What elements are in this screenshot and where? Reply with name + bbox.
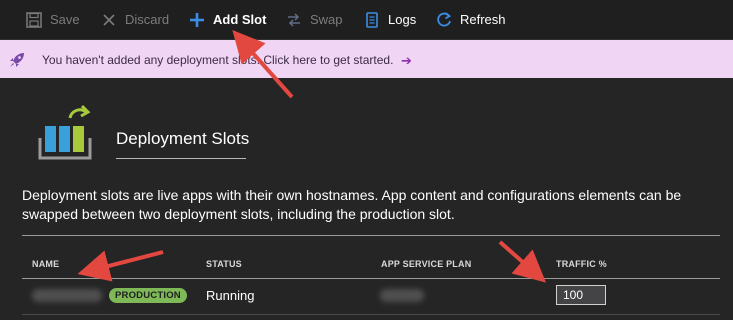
swap-button[interactable]: Swap: [286, 0, 353, 40]
rocket-icon: [10, 53, 24, 67]
divider: [22, 235, 720, 236]
refresh-button[interactable]: Refresh: [436, 0, 516, 40]
traffic-percent-input[interactable]: [556, 285, 606, 305]
header-divider: [22, 278, 720, 279]
column-header-status[interactable]: STATUS: [206, 259, 242, 269]
refresh-icon: [437, 11, 452, 26]
status-value: Running: [206, 288, 255, 303]
no-slots-notification[interactable]: You haven't added any deployment slots. …: [0, 40, 733, 78]
column-header-traffic[interactable]: TRAFFIC %: [556, 259, 607, 269]
column-header-app-service-plan[interactable]: APP SERVICE PLAN: [381, 259, 471, 269]
discard-button[interactable]: Discard: [101, 0, 179, 40]
add-slot-label: Add Slot: [213, 12, 267, 27]
document-icon: [366, 11, 378, 28]
refresh-label: Refresh: [460, 12, 506, 27]
save-icon: [26, 11, 42, 28]
arrow-right-icon: ➔: [401, 53, 412, 68]
table-row[interactable]: PRODUCTION Running: [22, 280, 720, 310]
swap-icon: [288, 12, 300, 27]
add-slot-button[interactable]: Add Slot: [189, 0, 276, 40]
slot-name-redacted[interactable]: [32, 289, 102, 302]
close-icon: [103, 13, 115, 26]
app-service-plan-redacted[interactable]: [380, 289, 424, 302]
logs-button[interactable]: Logs: [364, 0, 426, 40]
logs-label: Logs: [388, 12, 417, 27]
title-underline: [116, 158, 246, 159]
deployment-slots-panel: Deployment Slots Deployment slots are li…: [0, 78, 733, 320]
plus-icon: [190, 12, 204, 27]
production-badge: PRODUCTION: [109, 288, 187, 303]
swap-label: Swap: [310, 12, 343, 27]
discard-label: Discard: [125, 12, 170, 27]
save-label: Save: [50, 12, 80, 27]
notification-message: You haven't added any deployment slots. …: [42, 53, 394, 67]
description-text: Deployment slots are live apps with thei…: [22, 187, 682, 222]
row-divider: [22, 314, 720, 315]
command-bar: Save Discard Add Slot Swap Logs Refresh: [0, 0, 733, 40]
save-button[interactable]: Save: [26, 0, 90, 40]
column-header-name[interactable]: NAME: [32, 259, 59, 269]
deployment-slots-icon: [38, 104, 92, 160]
page-title: Deployment Slots: [116, 129, 250, 148]
